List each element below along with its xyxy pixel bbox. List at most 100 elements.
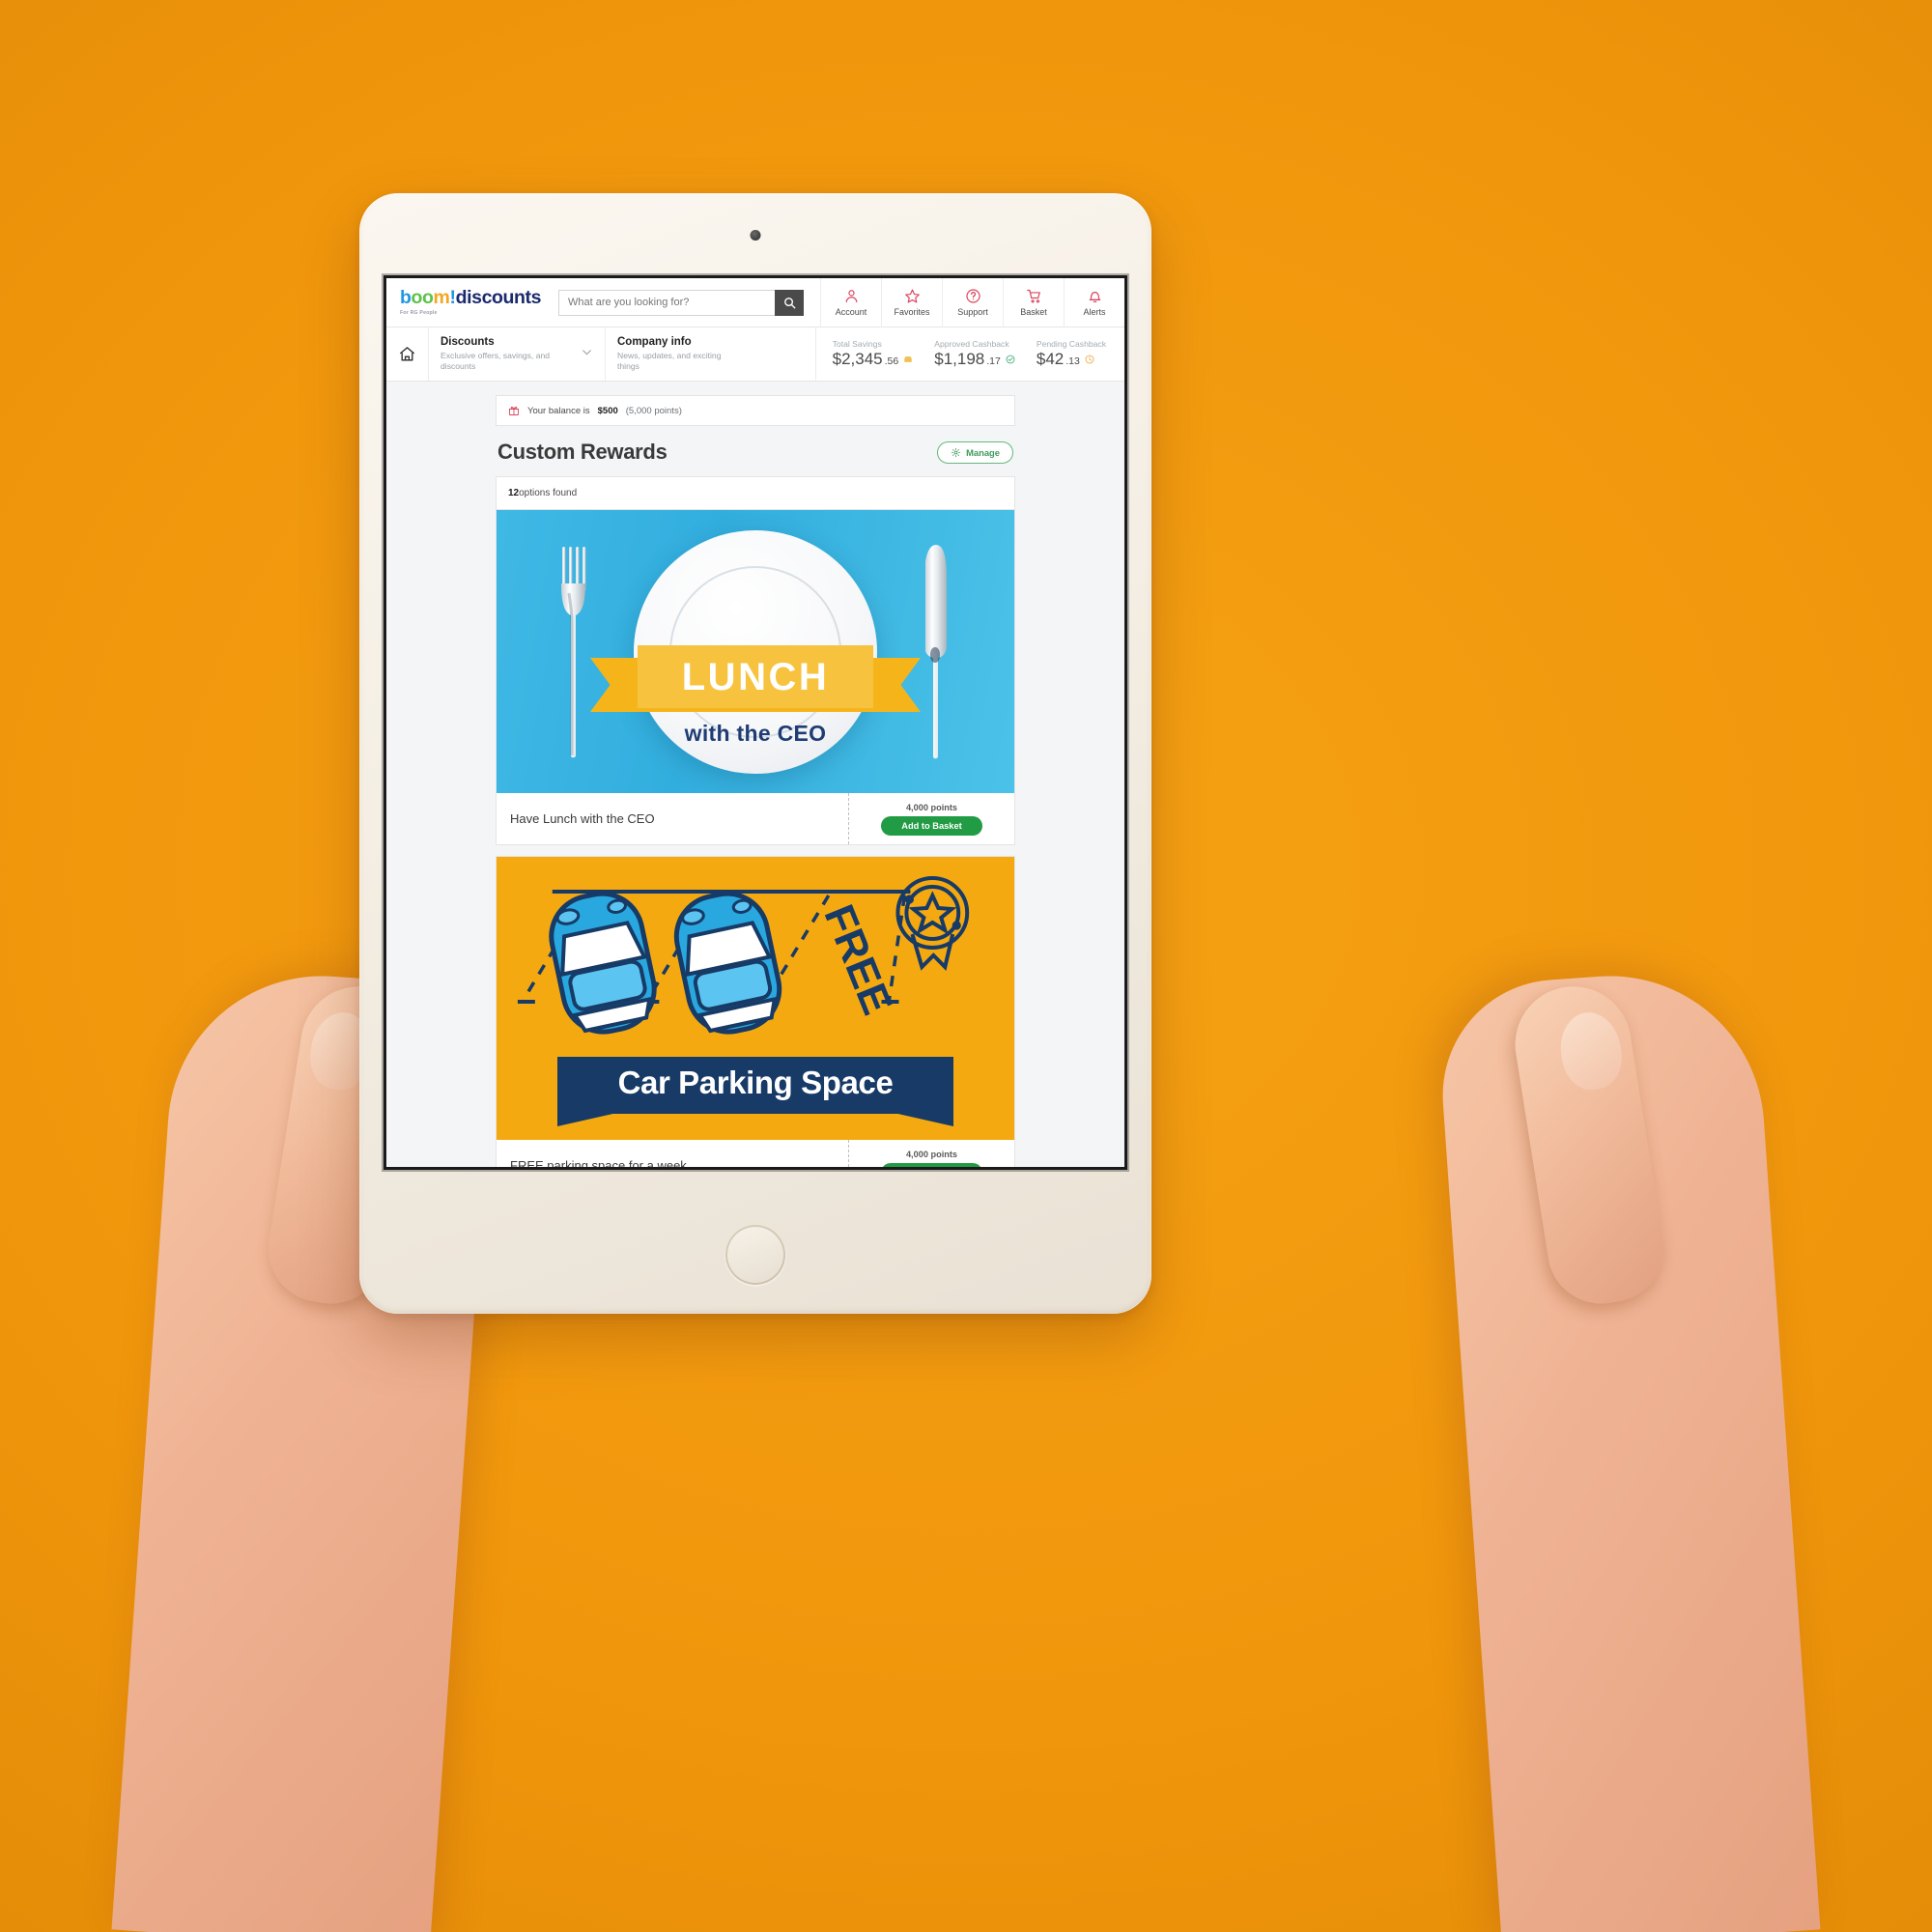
stat-approved-cashback-value: $1,198.17 [934,350,1015,369]
chevron-down-icon [582,349,591,355]
options-found-bar: 12 options found [496,476,1015,510]
nav-section-company-subtitle: News, updates, and exciting things [617,351,722,372]
lunch-banner-subtitle: with the CEO [684,721,827,746]
balance-prefix: Your balance is [527,405,590,416]
site-header: boom!discounts For RG People Account [386,278,1124,327]
logo-tagline: For RG People [400,309,438,316]
money-icon [904,356,912,362]
question-circle-icon [965,289,980,303]
parking-card-points: 4,000 points [905,1149,958,1159]
manage-button-label: Manage [966,446,1000,458]
lunch-card-footer: Have Lunch with the CEO 4,000 points Add… [497,793,1014,844]
nav-label-account: Account [835,307,867,317]
manage-button[interactable]: Manage [937,440,1013,464]
stat-pending-cashback-value: $42.13 [1037,350,1106,369]
secondary-nav: Discounts Exclusive offers, savings, and… [386,327,1124,382]
page-title: Custom Rewards [497,440,668,464]
logo-wordmark: boom!discounts [400,289,545,308]
knife-icon [925,544,947,758]
balance-amount: $500 [597,405,618,416]
logo-word-discounts: discounts [455,287,542,309]
bell-icon [1089,292,1100,302]
savings-stats: Total Savings $2,345.56 Approved Cashbac… [822,327,1124,381]
cart-icon [1026,289,1040,303]
nav-home-button[interactable] [386,327,429,381]
person-icon [845,290,857,302]
tablet-device: boom!discounts For RG People Account [359,193,1151,1314]
reward-card-lunch[interactable]: LUNCH with the CEO Have Lunch with the C… [496,510,1015,845]
gear-icon [951,447,961,457]
stat-pending-cashback-cents: .13 [1065,355,1080,367]
parking-card-actions: 4,000 points Add to Basket [848,1140,1014,1167]
header-nav-icons: Account Favorites Support Basket Alerts [820,278,1124,327]
parking-free-text: FREE [815,898,901,1021]
nav-section-discounts[interactable]: Discounts Exclusive offers, savings, and… [429,327,606,381]
lunch-banner-image: LUNCH with the CEO [497,510,1014,793]
nav-label-favorites: Favorites [894,307,930,317]
search-area [558,289,804,316]
nav-section-discounts-title: Discounts [440,335,495,348]
check-circle-icon [1006,355,1015,364]
logo-letter-o2: o [422,287,434,309]
stat-total-savings-label: Total Savings [832,339,882,349]
stat-total-savings: Total Savings $2,345.56 [822,339,924,369]
home-icon [399,347,415,361]
stat-total-savings-amount: $2,345 [832,350,883,368]
reward-card-parking[interactable]: FREE Car Parking Space FREE parking spac… [496,856,1015,1167]
stat-approved-cashback-cents: .17 [986,355,1001,367]
nav-section-company-title: Company info [617,335,692,348]
parking-ribbon: Car Parking Space [557,1057,953,1126]
balance-bar: Your balance is $500 (5,000 points) [496,395,1015,426]
stat-total-savings-cents: .56 [884,355,899,367]
add-to-basket-button-lunch[interactable]: Add to Basket [881,815,982,836]
stat-pending-cashback-amount: $42 [1036,350,1065,368]
tablet-home-button[interactable] [725,1225,785,1285]
add-to-basket-button-parking[interactable]: Add to Basket [881,1162,982,1167]
options-found-text: options found [519,488,578,498]
lunch-ribbon: LUNCH [590,645,921,713]
parking-card-title: FREE parking space for a week [510,1158,687,1167]
lunch-card-points: 4,000 points [905,802,958,812]
stat-approved-cashback-amount: $1,198 [934,350,985,368]
stat-approved-cashback: Approved Cashback $1,198.17 [923,339,1026,369]
nav-section-discounts-subtitle: Exclusive offers, savings, and discounts [440,351,551,372]
clock-icon [1085,355,1094,364]
search-input[interactable] [558,289,775,316]
front-camera [750,230,761,241]
stat-pending-cashback: Pending Cashback $42.13 [1026,339,1117,369]
nav-label-basket: Basket [1020,307,1047,317]
discounts-dropdown-toggle[interactable] [581,346,593,363]
lunch-banner-title: LUNCH [681,655,830,698]
nav-section-company-info[interactable]: Company info News, updates, and exciting… [606,327,816,381]
gift-icon [509,406,519,415]
nav-item-support[interactable]: Support [942,278,1003,327]
logo-letter-b: b [400,287,412,309]
parking-card-footer: FREE parking space for a week 4,000 poin… [497,1140,1014,1167]
search-icon [783,297,796,309]
search-button[interactable] [775,289,804,316]
logo-letter-o1: o [411,287,423,309]
nav-item-favorites[interactable]: Favorites [881,278,942,327]
tablet-screen: boom!discounts For RG People Account [386,278,1124,1167]
nav-item-account[interactable]: Account [820,278,881,327]
page-title-row: Custom Rewards Manage [496,426,1015,476]
parking-banner-title: Car Parking Space [617,1065,894,1100]
logo-letter-m: m [433,287,450,309]
ribbon-band: LUNCH [638,645,873,708]
site-logo[interactable]: boom!discounts For RG People [400,289,545,316]
balance-points: (5,000 points) [625,405,682,416]
stat-approved-cashback-label: Approved Cashback [934,339,1009,349]
parking-banner-image: FREE Car Parking Space [497,857,1014,1140]
main-content: Your balance is $500 (5,000 points) Cust… [386,382,1124,1167]
nav-item-basket[interactable]: Basket [1003,278,1064,327]
nav-label-support: Support [957,307,988,317]
lunch-card-title: Have Lunch with the CEO [510,811,655,826]
options-count: 12 [508,488,520,498]
nav-label-alerts: Alerts [1083,307,1106,317]
lunch-card-actions: 4,000 points Add to Basket [848,793,1014,844]
nav-item-alerts[interactable]: Alerts [1064,278,1124,327]
stat-total-savings-value: $2,345.56 [833,350,914,369]
star-icon [904,289,920,303]
fork-icon [561,546,586,757]
stat-pending-cashback-label: Pending Cashback [1036,339,1106,349]
